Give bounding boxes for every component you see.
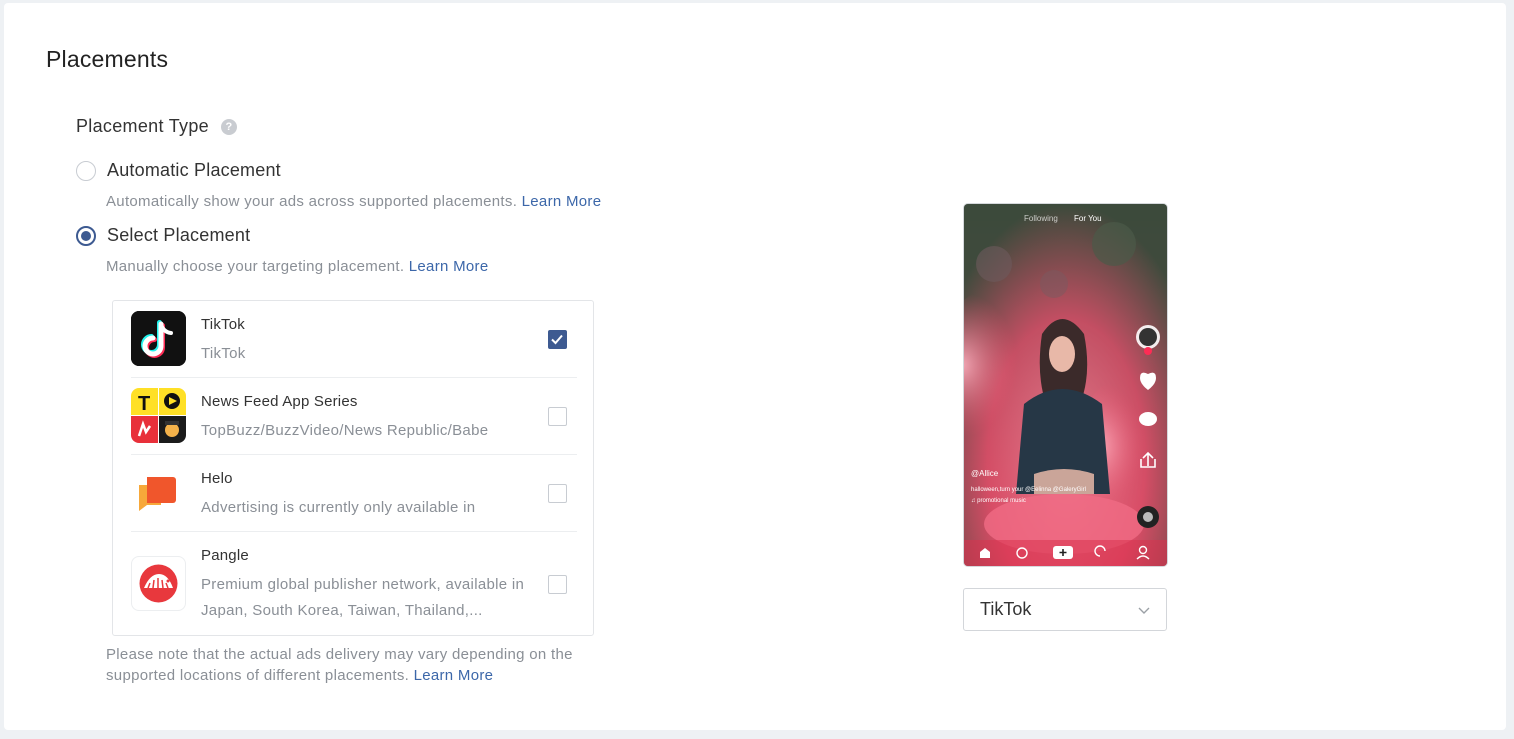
- placement-item-tiktok[interactable]: TikTok TikTok: [131, 301, 577, 378]
- placement-type-heading: Placement Type ?: [76, 116, 237, 137]
- placement-item-news-feed[interactable]: T News Feed App Series TopBuzz/BuzzVideo…: [131, 378, 577, 455]
- preview-music: ♫ promotional music: [971, 498, 1026, 504]
- delivery-note-text: Please note that the actual ads delivery…: [106, 646, 573, 684]
- placement-subtitle: Premium global publisher network, availa…: [201, 576, 525, 619]
- svg-text:T: T: [138, 393, 150, 415]
- delivery-note-learn-more-link[interactable]: Learn More: [414, 667, 494, 684]
- preview-image: Following For You @Allice halloween,turn…: [964, 204, 1167, 566]
- automatic-placement-label: Automatic Placement: [107, 160, 281, 180]
- placement-item-pangle[interactable]: Pangle Premium global publisher network,…: [131, 532, 577, 636]
- select-placement-label: Select Placement: [107, 225, 251, 245]
- placement-subtitle: TikTok: [201, 345, 246, 362]
- placement-name: TikTok: [201, 316, 245, 333]
- select-placement-description: Manually choose your targeting placement…: [106, 258, 488, 275]
- select-placement-radio[interactable]: [76, 225, 96, 246]
- pangle-checkbox[interactable]: [548, 575, 567, 594]
- select-placement-option[interactable]: Select Placement: [76, 225, 250, 246]
- placements-card: Placements Placement Type ? Automatic Pl…: [4, 3, 1506, 730]
- chevron-down-icon: [1138, 607, 1150, 614]
- preview-username: @Allice: [971, 469, 999, 478]
- automatic-placement-description: Automatically show your ads across suppo…: [106, 193, 601, 210]
- helo-checkbox[interactable]: [548, 484, 567, 503]
- placement-item-helo[interactable]: Helo Advertising is currently only avail…: [131, 455, 577, 532]
- automatic-placement-learn-more-link[interactable]: Learn More: [522, 193, 602, 210]
- placement-subtitle: Advertising is currently only available …: [201, 499, 476, 516]
- tiktok-checkbox[interactable]: [548, 330, 567, 349]
- news-feed-checkbox[interactable]: [548, 407, 567, 426]
- check-icon: [551, 334, 563, 345]
- tiktok-app-icon: [131, 311, 186, 366]
- placement-name: News Feed App Series: [201, 393, 358, 410]
- comment-icon: [1139, 412, 1157, 426]
- news-feed-app-icon: T: [131, 388, 186, 443]
- help-icon[interactable]: ?: [220, 118, 237, 135]
- preview-tab-for-you: For You: [1074, 214, 1102, 223]
- automatic-placement-radio[interactable]: [76, 160, 96, 181]
- select-placement-learn-more-link[interactable]: Learn More: [409, 258, 489, 275]
- preview-placement-select[interactable]: TikTok: [963, 588, 1167, 631]
- follow-plus-icon: [1144, 347, 1152, 355]
- pangle-app-icon: [131, 556, 186, 611]
- delivery-note: Please note that the actual ads delivery…: [106, 644, 626, 686]
- helo-app-icon: [131, 465, 186, 520]
- placement-list: TikTok TikTok T News Feed App Series Top…: [112, 300, 594, 636]
- select-placement-description-text: Manually choose your targeting placement…: [106, 258, 405, 275]
- automatic-placement-description-text: Automatically show your ads across suppo…: [106, 193, 518, 210]
- placement-type-label: Placement Type: [76, 116, 209, 136]
- ad-preview-phone: Following For You @Allice halloween,turn…: [963, 203, 1168, 567]
- preview-placement-select-value: TikTok: [980, 599, 1032, 619]
- preview-tab-following: Following: [1024, 214, 1058, 223]
- placement-name: Helo: [201, 470, 233, 487]
- section-title: Placements: [46, 46, 169, 72]
- placement-name: Pangle: [201, 547, 249, 564]
- placement-subtitle: TopBuzz/BuzzVideo/News Republic/Babe: [201, 422, 489, 439]
- automatic-placement-option[interactable]: Automatic Placement: [76, 160, 281, 181]
- preview-caption: halloween,turn your @Eelinna @GaleryGirl: [971, 487, 1086, 493]
